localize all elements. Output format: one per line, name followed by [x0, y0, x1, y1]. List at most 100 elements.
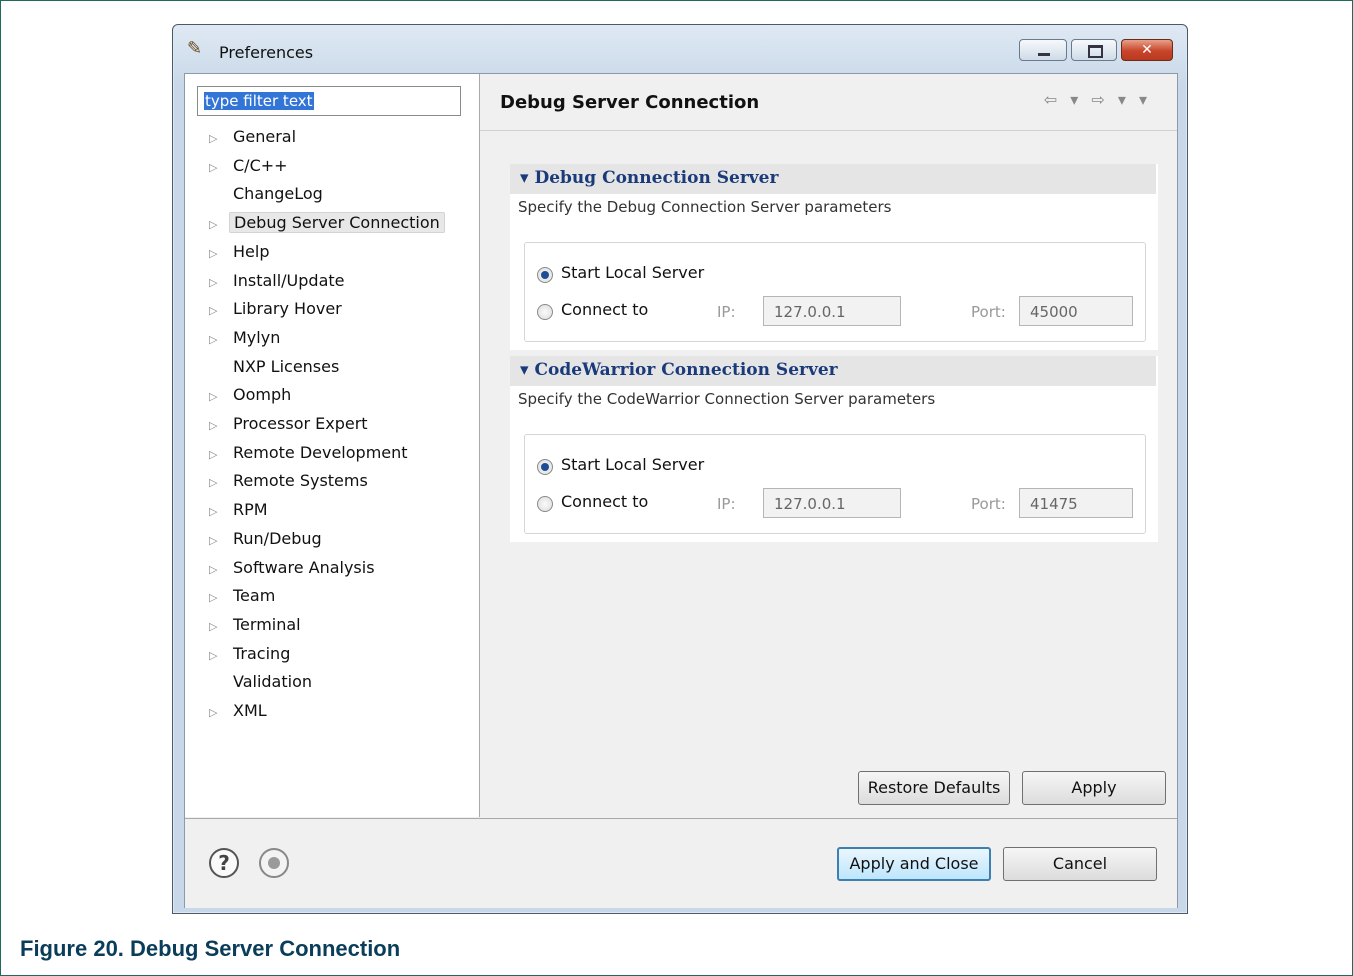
expand-arrow-icon[interactable]: ▷	[209, 442, 229, 468]
port-label: Port:	[971, 495, 1006, 513]
apply-button[interactable]: Apply	[1022, 771, 1166, 805]
tree-item[interactable]: ▷ Tracing	[209, 641, 294, 667]
expand-arrow-icon[interactable]: ▷	[209, 126, 229, 152]
tree-item-label: RPM	[233, 500, 268, 520]
expand-arrow-icon[interactable]: ▷	[209, 499, 229, 525]
tree-item[interactable]: ▷ Mylyn	[209, 325, 284, 351]
expand-arrow-icon[interactable]: ▷	[209, 212, 229, 238]
maximize-button[interactable]	[1071, 39, 1117, 61]
tree-item[interactable]: ▷ RPM	[209, 497, 272, 523]
start-local-server-radio[interactable]	[537, 459, 553, 475]
minimize-button[interactable]	[1019, 39, 1067, 61]
title-bar[interactable]: ✎ Preferences ✕	[173, 25, 1187, 73]
expand-arrow-icon[interactable]: ▷	[209, 528, 229, 554]
tree-item[interactable]: ▷ Debug Server Connection	[209, 210, 445, 236]
ip-field[interactable]: 127.0.0.1	[763, 296, 901, 326]
section-title: ▾ CodeWarrior Connection Server	[520, 360, 838, 380]
ip-label: IP:	[717, 495, 736, 513]
port-label: Port:	[971, 303, 1006, 321]
expand-arrow-icon[interactable]: ▷	[209, 413, 229, 439]
expand-arrow-icon[interactable]: ▷	[209, 643, 229, 669]
tree-item-label: XML	[233, 701, 267, 720]
tree-item-label: Library Hover	[233, 299, 342, 319]
eclipse-app-icon: ✎	[187, 38, 203, 59]
expand-arrow-icon[interactable]: ▷	[209, 327, 229, 353]
tree-item-label: General	[233, 127, 297, 146]
connect-to-radio[interactable]	[537, 496, 553, 512]
port-field[interactable]: 41475	[1019, 488, 1133, 518]
history-navigation[interactable]: ⇦ ▾ ⇨ ▾ ▾	[1044, 90, 1151, 109]
expand-arrow-icon[interactable]: ▷	[209, 557, 229, 583]
tree-item[interactable]: ▷ Install/Update	[209, 268, 349, 294]
tree-item[interactable]: ▷ C/C++	[209, 153, 292, 179]
tree-item-label: Run/Debug	[233, 528, 322, 548]
tree-item[interactable]: ▷ Library Hover	[209, 296, 346, 322]
start-local-server-label[interactable]: Start Local Server	[561, 455, 704, 474]
close-button[interactable]: ✕	[1121, 39, 1173, 61]
tree-item-label: Help	[233, 241, 270, 261]
preferences-tree-panel: type filter text ▷ General ▷ C/C++ ChangeLog…	[185, 74, 480, 817]
restore-defaults-button[interactable]: Restore Defaults	[858, 771, 1010, 805]
expand-arrow-icon[interactable]: ▷	[209, 270, 229, 296]
tree-item[interactable]: Validation	[209, 669, 316, 695]
tree-item[interactable]: ▷ Help	[209, 239, 273, 265]
expand-arrow-icon[interactable]: ▷	[209, 241, 229, 267]
filter-input[interactable]: type filter text	[197, 86, 461, 116]
preference-page: Debug Server Connection ⇦ ▾ ⇨ ▾ ▾ ▾ Debu…	[480, 74, 1177, 817]
apply-and-close-button[interactable]: Apply and Close	[837, 847, 991, 881]
expand-arrow-icon[interactable]: ▷	[209, 700, 229, 726]
start-local-server-label[interactable]: Start Local Server	[561, 263, 704, 282]
tree-item[interactable]: ChangeLog	[209, 181, 327, 207]
tree-item-label: Software Analysis	[233, 557, 375, 577]
expand-arrow-icon[interactable]: ▷	[209, 298, 229, 324]
section-title: ▾ Debug Connection Server	[520, 168, 779, 188]
filter-input-value: type filter text	[204, 92, 314, 110]
section-header[interactable]: ▾ Debug Connection Server	[510, 164, 1156, 194]
ip-label: IP:	[717, 303, 736, 321]
page-title: Debug Server Connection	[500, 92, 760, 113]
tree-item[interactable]: ▷ Software Analysis	[209, 555, 379, 581]
expand-arrow-icon[interactable]: ▷	[209, 614, 229, 640]
connect-to-radio[interactable]	[537, 304, 553, 320]
tree-item-label: Remote Development	[233, 442, 408, 462]
tree-item-label: Terminal	[233, 614, 301, 634]
tree-item-label: Remote Systems	[233, 471, 368, 491]
section-description: Specify the CodeWarrior Connection Serve…	[518, 390, 936, 408]
expand-arrow-icon[interactable]: ▷	[209, 384, 229, 410]
import-export-icon[interactable]	[259, 848, 289, 878]
section-header[interactable]: ▾ CodeWarrior Connection Server	[510, 356, 1156, 386]
tree-item[interactable]: ▷ Remote Systems	[209, 468, 372, 494]
server-options-group: Start Local Server Connect to IP: 127.0.…	[524, 242, 1146, 342]
window-title: Preferences	[219, 43, 314, 62]
start-local-server-radio[interactable]	[537, 267, 553, 283]
tree-item[interactable]: ▷ Remote Development	[209, 440, 412, 466]
tree-item[interactable]: ▷ Oomph	[209, 382, 295, 408]
tree-item-label: Processor Expert	[233, 414, 368, 433]
ip-field[interactable]: 127.0.0.1	[763, 488, 901, 518]
tree-item[interactable]: ▷ Processor Expert	[209, 411, 372, 437]
tree-item[interactable]: ▷ Terminal	[209, 612, 305, 638]
tree-item-label: Oomph	[233, 385, 292, 405]
cancel-button[interactable]: Cancel	[1003, 847, 1157, 881]
expand-arrow-icon[interactable]: ▷	[209, 470, 229, 496]
tree-item-label: Install/Update	[233, 270, 345, 290]
tree-item-label: Debug Server Connection	[229, 212, 445, 234]
connect-to-label[interactable]: Connect to	[561, 300, 648, 319]
tree-item[interactable]: NXP Licenses	[209, 354, 343, 380]
preferences-window: ✎ Preferences ✕ type filter text ▷ Genera…	[172, 24, 1188, 914]
tree-item-label: NXP Licenses	[233, 356, 340, 376]
connect-to-label[interactable]: Connect to	[561, 492, 648, 511]
expand-arrow-icon[interactable]: ▷	[209, 585, 229, 611]
help-icon[interactable]: ?	[209, 848, 239, 878]
divider	[480, 130, 1177, 131]
expand-arrow-icon[interactable]: ▷	[209, 155, 229, 181]
debug-connection-server-section: ▾ Debug Connection Server Specify the De…	[510, 164, 1158, 350]
tree-item[interactable]: ▷ XML	[209, 698, 271, 724]
tree-item-label: Team	[233, 586, 276, 606]
tree-item[interactable]: ▷ Run/Debug	[209, 526, 326, 552]
tree-item[interactable]: ▷ General	[209, 124, 300, 150]
tree-item-label: Tracing	[233, 643, 291, 663]
tree-item[interactable]: ▷ Team	[209, 583, 279, 609]
port-field[interactable]: 45000	[1019, 296, 1133, 326]
section-description: Specify the Debug Connection Server para…	[518, 198, 892, 216]
